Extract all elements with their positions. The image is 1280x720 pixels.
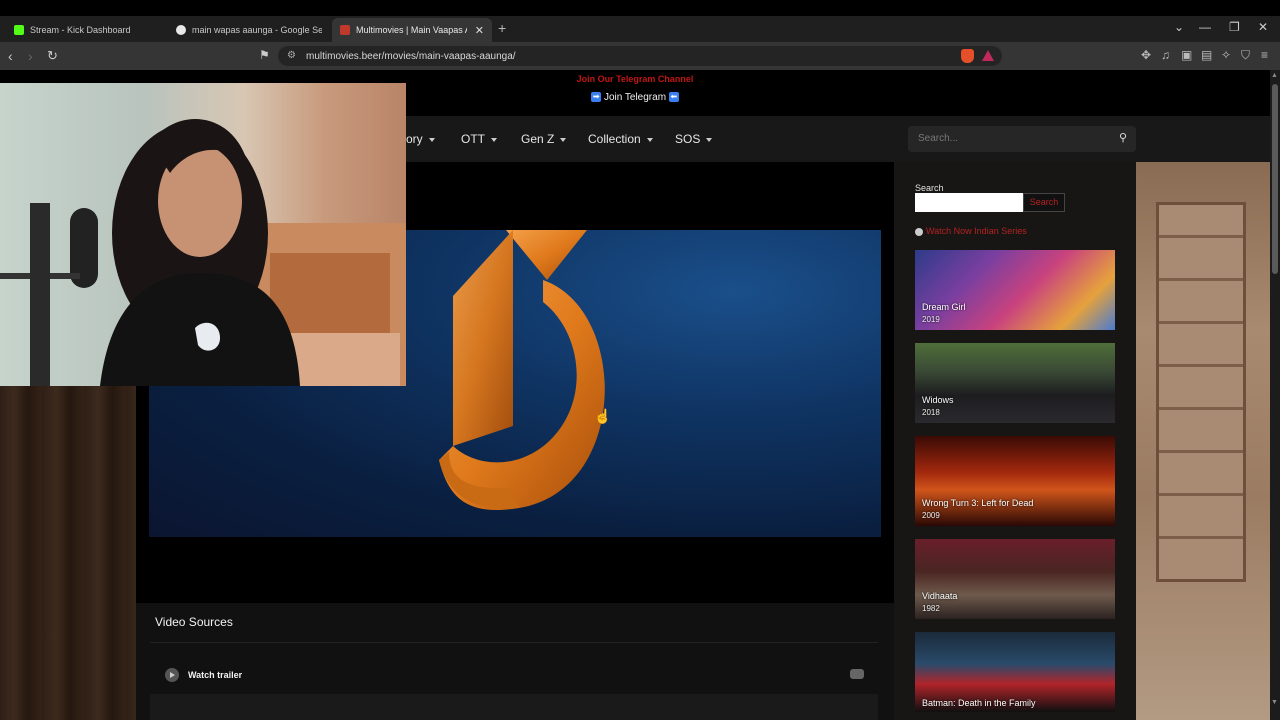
new-tab-button[interactable]: + (498, 20, 506, 36)
streamer-webcam (0, 119, 406, 386)
screen: { "browser": { "tabs": [ {"title": "Stre… (0, 0, 1280, 720)
play-icon[interactable] (165, 668, 179, 682)
scroll-up-icon[interactable]: ▲ (1271, 72, 1278, 79)
arrow-left-icon: ⬅ (668, 92, 679, 103)
sidebar-search-input[interactable] (915, 193, 1023, 212)
extensions-icon[interactable]: ✥ (1141, 48, 1151, 62)
watch-trailer-label[interactable]: Watch trailer (188, 670, 242, 680)
bookmark-icon[interactable]: ⚑ (259, 48, 270, 62)
webcam-overlay (0, 83, 406, 386)
kick-favicon-icon (14, 25, 24, 35)
youtube-icon (850, 669, 864, 679)
vpn-icon[interactable]: ⛉ (1241, 48, 1250, 63)
multimovies-favicon-icon (340, 25, 350, 35)
movie-title[interactable]: Widows (922, 395, 954, 405)
movie-title[interactable]: Vidhaata (922, 591, 957, 601)
forward-icon[interactable]: › (28, 48, 33, 64)
brave-rewards-icon[interactable] (982, 50, 994, 61)
nav-sos[interactable]: SOS (675, 132, 713, 146)
movie-card[interactable]: Batman: Death in the Family (915, 632, 1115, 712)
nav-ott[interactable]: OTT (461, 132, 497, 146)
nav-label: SOS (675, 132, 701, 146)
tab-title: main wapas aaunga - Google Search (192, 25, 322, 35)
nav-label: Collection (588, 132, 641, 146)
movie-card[interactable]: Dream Girl 2019 (915, 250, 1115, 330)
nav-label: ory (406, 132, 423, 146)
search-icon[interactable]: ⚲ (1119, 131, 1127, 144)
header-search-input[interactable]: Search... ⚲ (908, 126, 1136, 152)
movie-card[interactable]: Widows 2018 (915, 343, 1115, 423)
restore-icon[interactable]: ❐ (1229, 20, 1240, 34)
page-scrollbar[interactable]: ▲ ▼ (1270, 70, 1280, 720)
caret-down-icon (491, 137, 497, 142)
movie-year: 2018 (922, 408, 940, 417)
tab-multimovies[interactable]: Multimovies | Main Vaapas Aaun ✕ (332, 18, 492, 42)
scrollbar-thumb[interactable] (1272, 84, 1278, 274)
tab-title: Multimovies | Main Vaapas Aaun (356, 25, 467, 35)
caret-down-icon (646, 137, 653, 142)
background-right (1136, 162, 1270, 720)
scroll-down-icon[interactable]: ▼ (1271, 699, 1278, 706)
background-window (1156, 202, 1246, 582)
wallet-icon[interactable]: ▤ (1201, 48, 1212, 62)
search-placeholder: Search... (918, 133, 959, 144)
nav-collection[interactable]: Collection (588, 132, 653, 146)
tab-search-icon[interactable]: ⌄ (1174, 20, 1184, 34)
movie-year: 1982 (922, 604, 940, 613)
telegram-link-label: Join Telegram (603, 92, 667, 103)
nav-category[interactable]: ory (406, 132, 435, 146)
minimize-icon[interactable]: — (1199, 20, 1211, 34)
google-favicon-icon (176, 25, 186, 35)
promo-link[interactable]: Watch Now Indian Series (915, 226, 1027, 236)
trailer-row[interactable] (150, 660, 878, 692)
close-tab-icon[interactable]: ✕ (475, 24, 484, 37)
back-icon[interactable]: ‹ (8, 48, 13, 64)
menu-icon[interactable]: ≡ (1261, 48, 1268, 62)
sidebar-search-label: Search (915, 183, 944, 193)
caret-down-icon (706, 137, 713, 142)
url-field[interactable]: ⚙ multimovies.beer/movies/main-vaapas-aa… (278, 46, 1002, 66)
sidebar-icon[interactable]: ▣ (1181, 48, 1192, 62)
tab-google[interactable]: main wapas aaunga - Google Search (168, 18, 330, 42)
divider (150, 642, 878, 643)
promo-link-label: Watch Now Indian Series (926, 226, 1027, 236)
top-strip (0, 0, 1280, 16)
nav-genz[interactable]: Gen Z (521, 132, 567, 146)
movie-card[interactable]: Vidhaata 1982 (915, 539, 1115, 619)
nav-label: Gen Z (521, 132, 555, 146)
reload-icon[interactable]: ↻ (47, 48, 58, 64)
movie-card[interactable]: Wrong Turn 3: Left for Dead 2009 (915, 436, 1115, 526)
movie-year: 2009 (922, 511, 940, 520)
media-icon[interactable]: ♫ (1161, 48, 1170, 62)
site-info-icon[interactable]: ⚙ (287, 50, 296, 61)
sidebar-search-button[interactable]: Search (1023, 193, 1065, 212)
close-window-icon[interactable]: ✕ (1258, 20, 1268, 34)
broken-image-icon (915, 227, 923, 236)
tab-title: Stream - Kick Dashboard (30, 25, 131, 35)
url-text: multimovies.beer/movies/main-vaapas-aaun… (306, 50, 516, 62)
arrow-right-icon: ➡ (591, 92, 602, 103)
caret-down-icon (560, 137, 567, 142)
movie-title[interactable]: Batman: Death in the Family (922, 698, 1036, 708)
tab-kick[interactable]: Stream - Kick Dashboard (6, 18, 166, 42)
hand-cursor-icon: ☝ (594, 408, 612, 424)
caret-down-icon (428, 137, 435, 142)
brave-shields-icon[interactable] (961, 49, 974, 63)
movie-title[interactable]: Wrong Turn 3: Left for Dead (922, 498, 1033, 508)
movie-year: 2019 (922, 315, 940, 324)
source-row[interactable] (150, 694, 878, 720)
tab-bar: Stream - Kick Dashboard main wapas aaung… (0, 16, 1280, 42)
video-sources-title: Video Sources (155, 615, 233, 629)
movie-title[interactable]: Dream Girl (922, 302, 966, 312)
address-bar-row: ‹ › ↻ ⚑ ⚙ multimovies.beer/movies/main-v… (0, 42, 1280, 70)
nav-label: OTT (461, 132, 485, 146)
leo-ai-icon[interactable]: ✧ (1221, 48, 1231, 62)
